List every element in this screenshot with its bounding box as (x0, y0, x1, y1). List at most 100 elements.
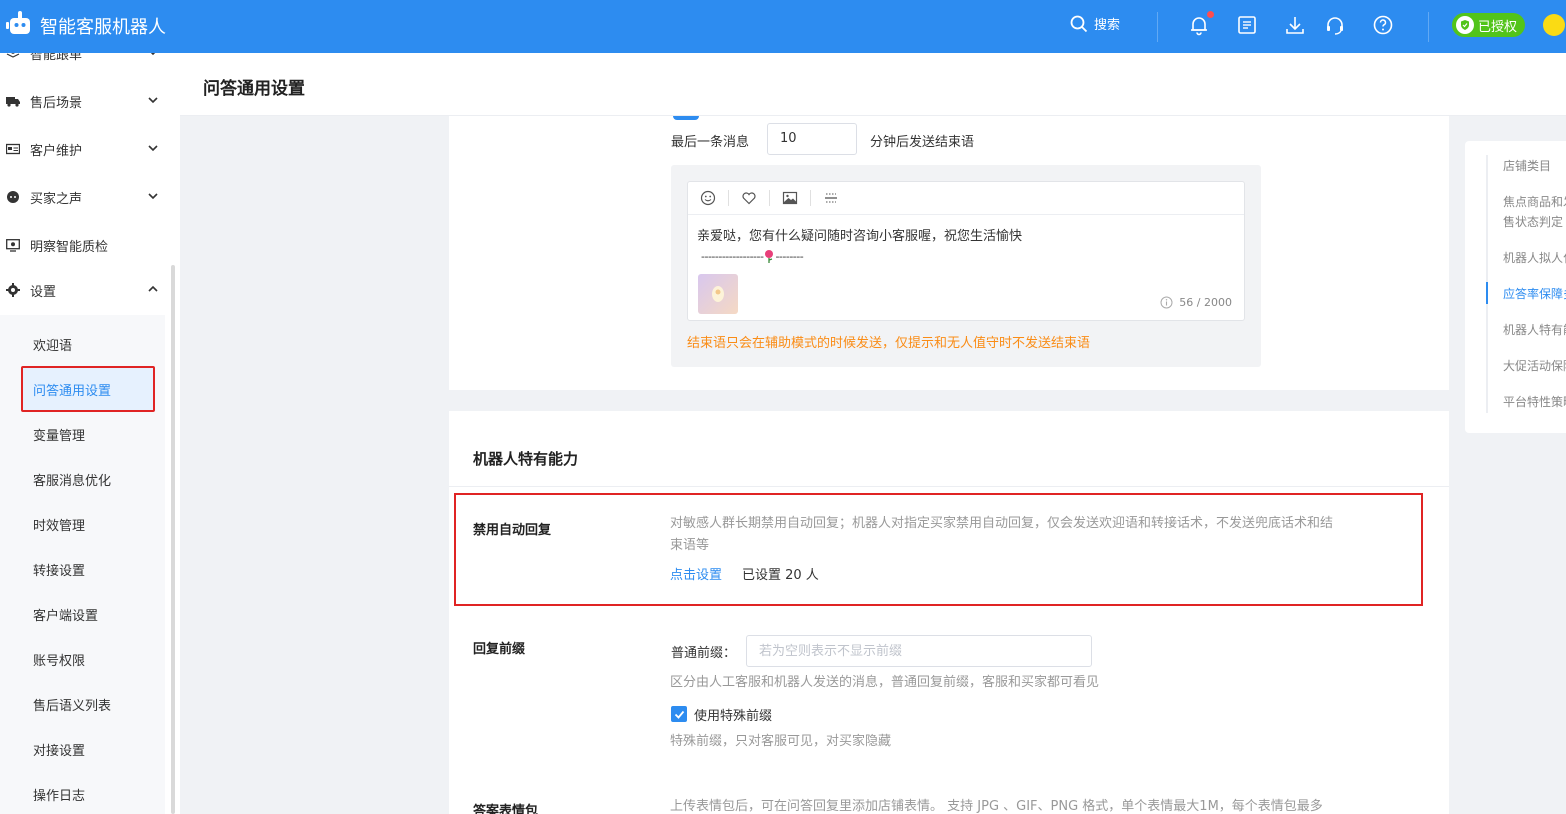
info-icon (1160, 296, 1173, 309)
sticker-label: 答案表情包 (473, 804, 539, 814)
submenu-welcome[interactable]: 欢迎语 (33, 335, 72, 354)
anchor-shop-category[interactable]: 店铺类目 (1503, 156, 1551, 176)
robot-logo-icon (6, 11, 30, 34)
submenu-operation-log[interactable]: 操作日志 (33, 785, 85, 804)
attached-image-thumbnail[interactable] (698, 274, 738, 314)
topbar-divider (1428, 12, 1429, 42)
sidebar-item-label: 买家之声 (30, 191, 83, 207)
authorized-label: 已授权 (1478, 19, 1518, 35)
char-counter: 56 / 2000 (1160, 296, 1232, 309)
chevron-down-icon (148, 97, 158, 104)
anchor-promotion[interactable]: 大促活动保障 (1503, 356, 1566, 376)
heart-icon[interactable] (739, 188, 759, 208)
anchor-robot-humanize[interactable]: 机器人拟人化 (1503, 248, 1566, 268)
notification-dot (1207, 11, 1214, 18)
search-icon (1070, 15, 1088, 32)
gear-icon (6, 283, 20, 297)
special-prefix-checkbox[interactable] (671, 706, 687, 722)
submenu-client[interactable]: 客户端设置 (33, 605, 98, 624)
shield-check-icon (1456, 16, 1474, 34)
checkmark-icon (674, 710, 684, 719)
disable-auto-reply-label: 禁用自动回复 (473, 523, 552, 538)
anchor-focus-goods-line2[interactable]: 售状态判定 (1503, 212, 1563, 232)
submenu-variables[interactable]: 变量管理 (33, 425, 85, 444)
truck-icon (6, 94, 20, 108)
sidebar-item-after-sales[interactable]: 售后场景 (0, 83, 170, 119)
sidebar-item-settings[interactable]: 设置 (0, 272, 170, 308)
anchor-response-rate[interactable]: 应答率保障多 (1503, 284, 1566, 304)
topbar-divider (1157, 12, 1158, 42)
section-divider (449, 486, 1449, 487)
anchor-active-indicator (1486, 282, 1488, 304)
sidebar-item-quality-inspection[interactable]: 明察智能质检 (0, 227, 170, 263)
sidebar-item-label: 智能跟单 (30, 53, 83, 63)
bell-icon[interactable] (1188, 14, 1210, 36)
reply-prefix-label: 回复前缀 (473, 642, 526, 657)
sidebar-item-customer-maintenance[interactable]: 客户维护 (0, 131, 170, 167)
special-prefix-desc: 特殊前缀，只对客服可见，对买家隐藏 (670, 734, 892, 749)
submenu-transfer[interactable]: 转接设置 (33, 560, 85, 579)
editor-container: 亲爱哒，您有什么疑问随时咨询小客服喔，祝您生活愉快 --------------… (671, 165, 1261, 367)
char-count-text: 56 / 2000 (1179, 296, 1232, 309)
chevron-down-icon (148, 145, 158, 152)
submenu-message-optimize[interactable]: 客服消息优化 (33, 470, 111, 489)
image-icon[interactable] (780, 188, 800, 208)
sidebar-item-smart-followup[interactable]: 智能跟单 (0, 53, 170, 71)
card-icon (6, 142, 20, 156)
authorized-badge[interactable]: 已授权 (1452, 13, 1526, 37)
monitor-icon (6, 238, 20, 252)
chevron-down-icon (150, 53, 156, 56)
sidebar-scrollbar[interactable] (171, 265, 175, 814)
download-icon[interactable] (1284, 14, 1306, 36)
page-title: 问答通用设置 (203, 79, 305, 99)
sidebar-item-buyer-voice[interactable]: 买家之声 (0, 179, 170, 215)
page-header: 问答通用设置 (180, 53, 1566, 116)
editor-message-text: 亲爱哒，您有什么疑问随时咨询小客服喔，祝您生活愉快 (697, 229, 1023, 244)
end-message-warning: 结束语只会在辅助模式的时候发送，仅提示和无人值守时不发送结束语 (687, 336, 1091, 351)
toolbar-separator (769, 190, 770, 206)
editor-toolbar (688, 182, 1244, 215)
normal-prefix-label: 普通前缀： (671, 646, 737, 661)
click-to-set-link[interactable]: 点击设置 (670, 564, 722, 583)
chevron-down-icon (148, 193, 158, 200)
normal-prefix-input[interactable] (746, 635, 1092, 667)
anchor-robot-abilities[interactable]: 机器人特有能 (1503, 320, 1566, 340)
sidebar-item-label: 售后场景 (30, 95, 83, 111)
top-bar: 智能客服机器人 搜索 已授权 (0, 0, 1566, 53)
chevron-up-icon (148, 285, 158, 292)
desc-line: 对敏感人群长期禁用自动回复；机器人对指定买家禁用自动回复，仅会发送欢迎语和转接话… (670, 516, 1334, 531)
special-prefix-label[interactable]: 使用特殊前缀 (694, 705, 772, 724)
emoji-icon[interactable] (698, 188, 718, 208)
document-icon[interactable] (1236, 14, 1258, 36)
anchor-focus-goods[interactable]: 焦点商品和发 (1503, 192, 1566, 212)
submenu-timeliness[interactable]: 时效管理 (33, 515, 85, 534)
submenu-account-permissions[interactable]: 账号权限 (33, 650, 85, 669)
editor-divider-line: ------------------ -------- (701, 249, 804, 263)
divider-dashes-left: ------------------ (701, 249, 764, 263)
toggle-switch[interactable] (673, 116, 699, 120)
help-icon[interactable] (1372, 14, 1394, 36)
layers-icon (6, 53, 20, 60)
normal-prefix-desc: 区分由人工客服和机器人发送的消息，普通回复前缀，客服和买家都可看见 (670, 675, 1100, 690)
headset-icon[interactable] (1324, 14, 1346, 36)
submenu-qa-general-settings[interactable]: 问答通用设置 (33, 380, 111, 399)
sidebar-item-label: 设置 (30, 284, 57, 300)
minutes-input[interactable]: 10 (767, 123, 857, 155)
toolbar-separator (728, 190, 729, 206)
minutes-after-label: 分钟后发送结束语 (870, 135, 975, 150)
submenu-after-sales-semantics[interactable]: 售后语义列表 (33, 695, 111, 714)
end-message-editor[interactable]: 亲爱哒，您有什么疑问随时咨询小客服喔，祝您生活愉快 --------------… (687, 181, 1245, 321)
search-button[interactable]: 搜索 (1070, 14, 1120, 33)
divider-line-icon[interactable] (821, 188, 841, 208)
divider-dashes-right: -------- (775, 249, 804, 263)
toolbar-separator (810, 190, 811, 206)
sticker-desc: 上传表情包后，可在问答回复里添加店铺表情。 支持 JPG 、GIF、PNG 格式… (670, 799, 1323, 814)
vip-icon[interactable] (1543, 14, 1565, 36)
anchor-platform-strategy[interactable]: 平台特性策略 (1503, 392, 1566, 412)
robot-abilities-card: 机器人特有能力 禁用自动回复 对敏感人群长期禁用自动回复；机器人对指定买家禁用自… (449, 411, 1449, 814)
section-title: 机器人特有能力 (473, 450, 579, 468)
set-count-text: 已设置 20 人 (742, 568, 819, 583)
app-title: 智能客服机器人 (40, 17, 166, 38)
search-label: 搜索 (1094, 18, 1121, 33)
submenu-integration[interactable]: 对接设置 (33, 740, 85, 759)
